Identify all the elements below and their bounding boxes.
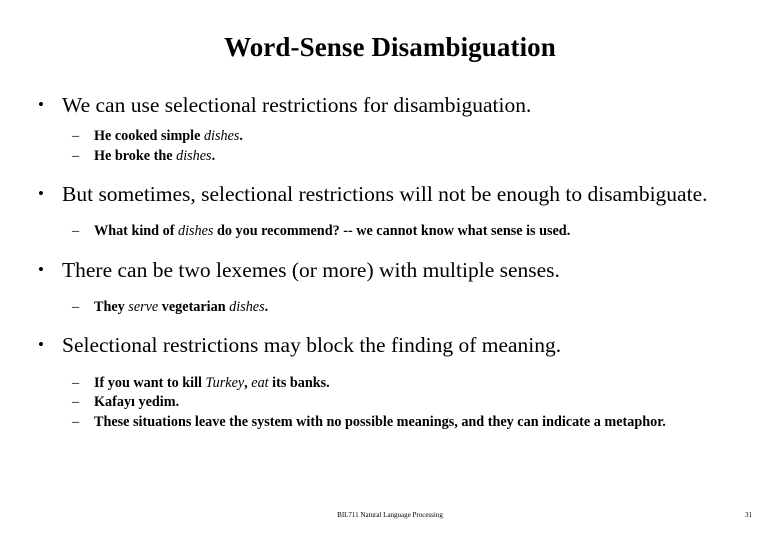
bullet-text: Selectional restrictions may block the f… (62, 333, 562, 358)
bullet-level1: • But sometimes, selectional restriction… (30, 181, 748, 207)
sub-bullet-text-italic: dishes (177, 223, 214, 240)
slide-body: • We can use selectional restrictions fo… (30, 92, 748, 432)
sub-bullet-text-post: do you recommend? -- we cannot know what… (213, 223, 571, 240)
sub-bullet-level2: – They serve vegetarian dishes. (30, 298, 748, 316)
slide-title: Word-Sense Disambiguation (224, 32, 556, 62)
sub-bullet-text-pre: These situations leave the system with n… (94, 413, 666, 430)
bullet-marker-icon: • (38, 184, 44, 204)
sub-bullet-text-post: . (264, 299, 269, 316)
bullet-marker-icon: • (38, 335, 44, 355)
slide: Word-Sense Disambiguation • We can use s… (0, 0, 780, 540)
sub-bullet-level2: – If you want to kill Turkey, eat its ba… (30, 374, 748, 392)
bullet-marker-icon: • (38, 259, 44, 279)
sub-bullet-text-italic: dishes (176, 147, 212, 164)
bullet-level1: • There can be two lexemes (or more) wit… (30, 257, 748, 283)
sub-bullet-text-italic: dishes (203, 128, 240, 145)
sub-bullet-text-pre: He cooked simple (94, 128, 204, 145)
sub-bullet-text-italic: Turkey (205, 374, 245, 391)
bullet-level1: • We can use selectional restrictions fo… (30, 92, 748, 118)
sub-bullet-text-pre: If you want to kill (94, 374, 206, 391)
sub-bullet-text-pre: What kind of (94, 223, 178, 240)
sub-bullet-text-italic: serve (128, 299, 159, 316)
sub-bullet-text-pre: They (94, 299, 129, 316)
sub-bullet-text-italic2: dishes (229, 299, 265, 316)
sub-bullet-text-post: . (211, 147, 216, 164)
bullet-text: We can use selectional restrictions for … (62, 93, 532, 117)
dash-marker-icon: – (72, 223, 80, 240)
dash-marker-icon: – (72, 413, 80, 430)
dash-marker-icon: – (72, 299, 80, 316)
dash-marker-icon: – (72, 128, 80, 145)
sub-bullet-level2: – He cooked simple dishes. (30, 127, 748, 145)
sub-bullet-level2: – He broke the dishes. (30, 147, 748, 165)
bullet-text: But sometimes, selectional restrictions … (62, 182, 708, 207)
sub-bullet-text-pre: Kafayı yedim. (94, 394, 180, 411)
dash-marker-icon: – (72, 394, 80, 411)
bullet-level1: • Selectional restrictions may block the… (30, 332, 748, 358)
dash-marker-icon: – (72, 374, 80, 391)
dash-marker-icon: – (72, 147, 80, 164)
bullet-marker-icon: • (38, 95, 44, 114)
footer-page-number: 31 (745, 511, 752, 519)
sub-bullet-level2: – Kafayı yedim. (30, 393, 748, 411)
sub-bullet-text-italic2: eat (251, 374, 269, 391)
sub-bullet-text-post: its banks. (268, 374, 330, 391)
sub-bullet-text-pre: He broke the (94, 147, 177, 164)
sub-bullet-text-mid: vegetarian (158, 299, 230, 316)
footer-course-label: BIL711 Natural Language Processing (337, 511, 443, 519)
bullet-text: There can be two lexemes (or more) with … (62, 257, 560, 282)
sub-bullet-level2: – What kind of dishes do you recommend? … (30, 222, 748, 240)
sub-bullet-level2: – These situations leave the system with… (30, 413, 748, 431)
sub-bullet-text-post: . (239, 128, 243, 145)
